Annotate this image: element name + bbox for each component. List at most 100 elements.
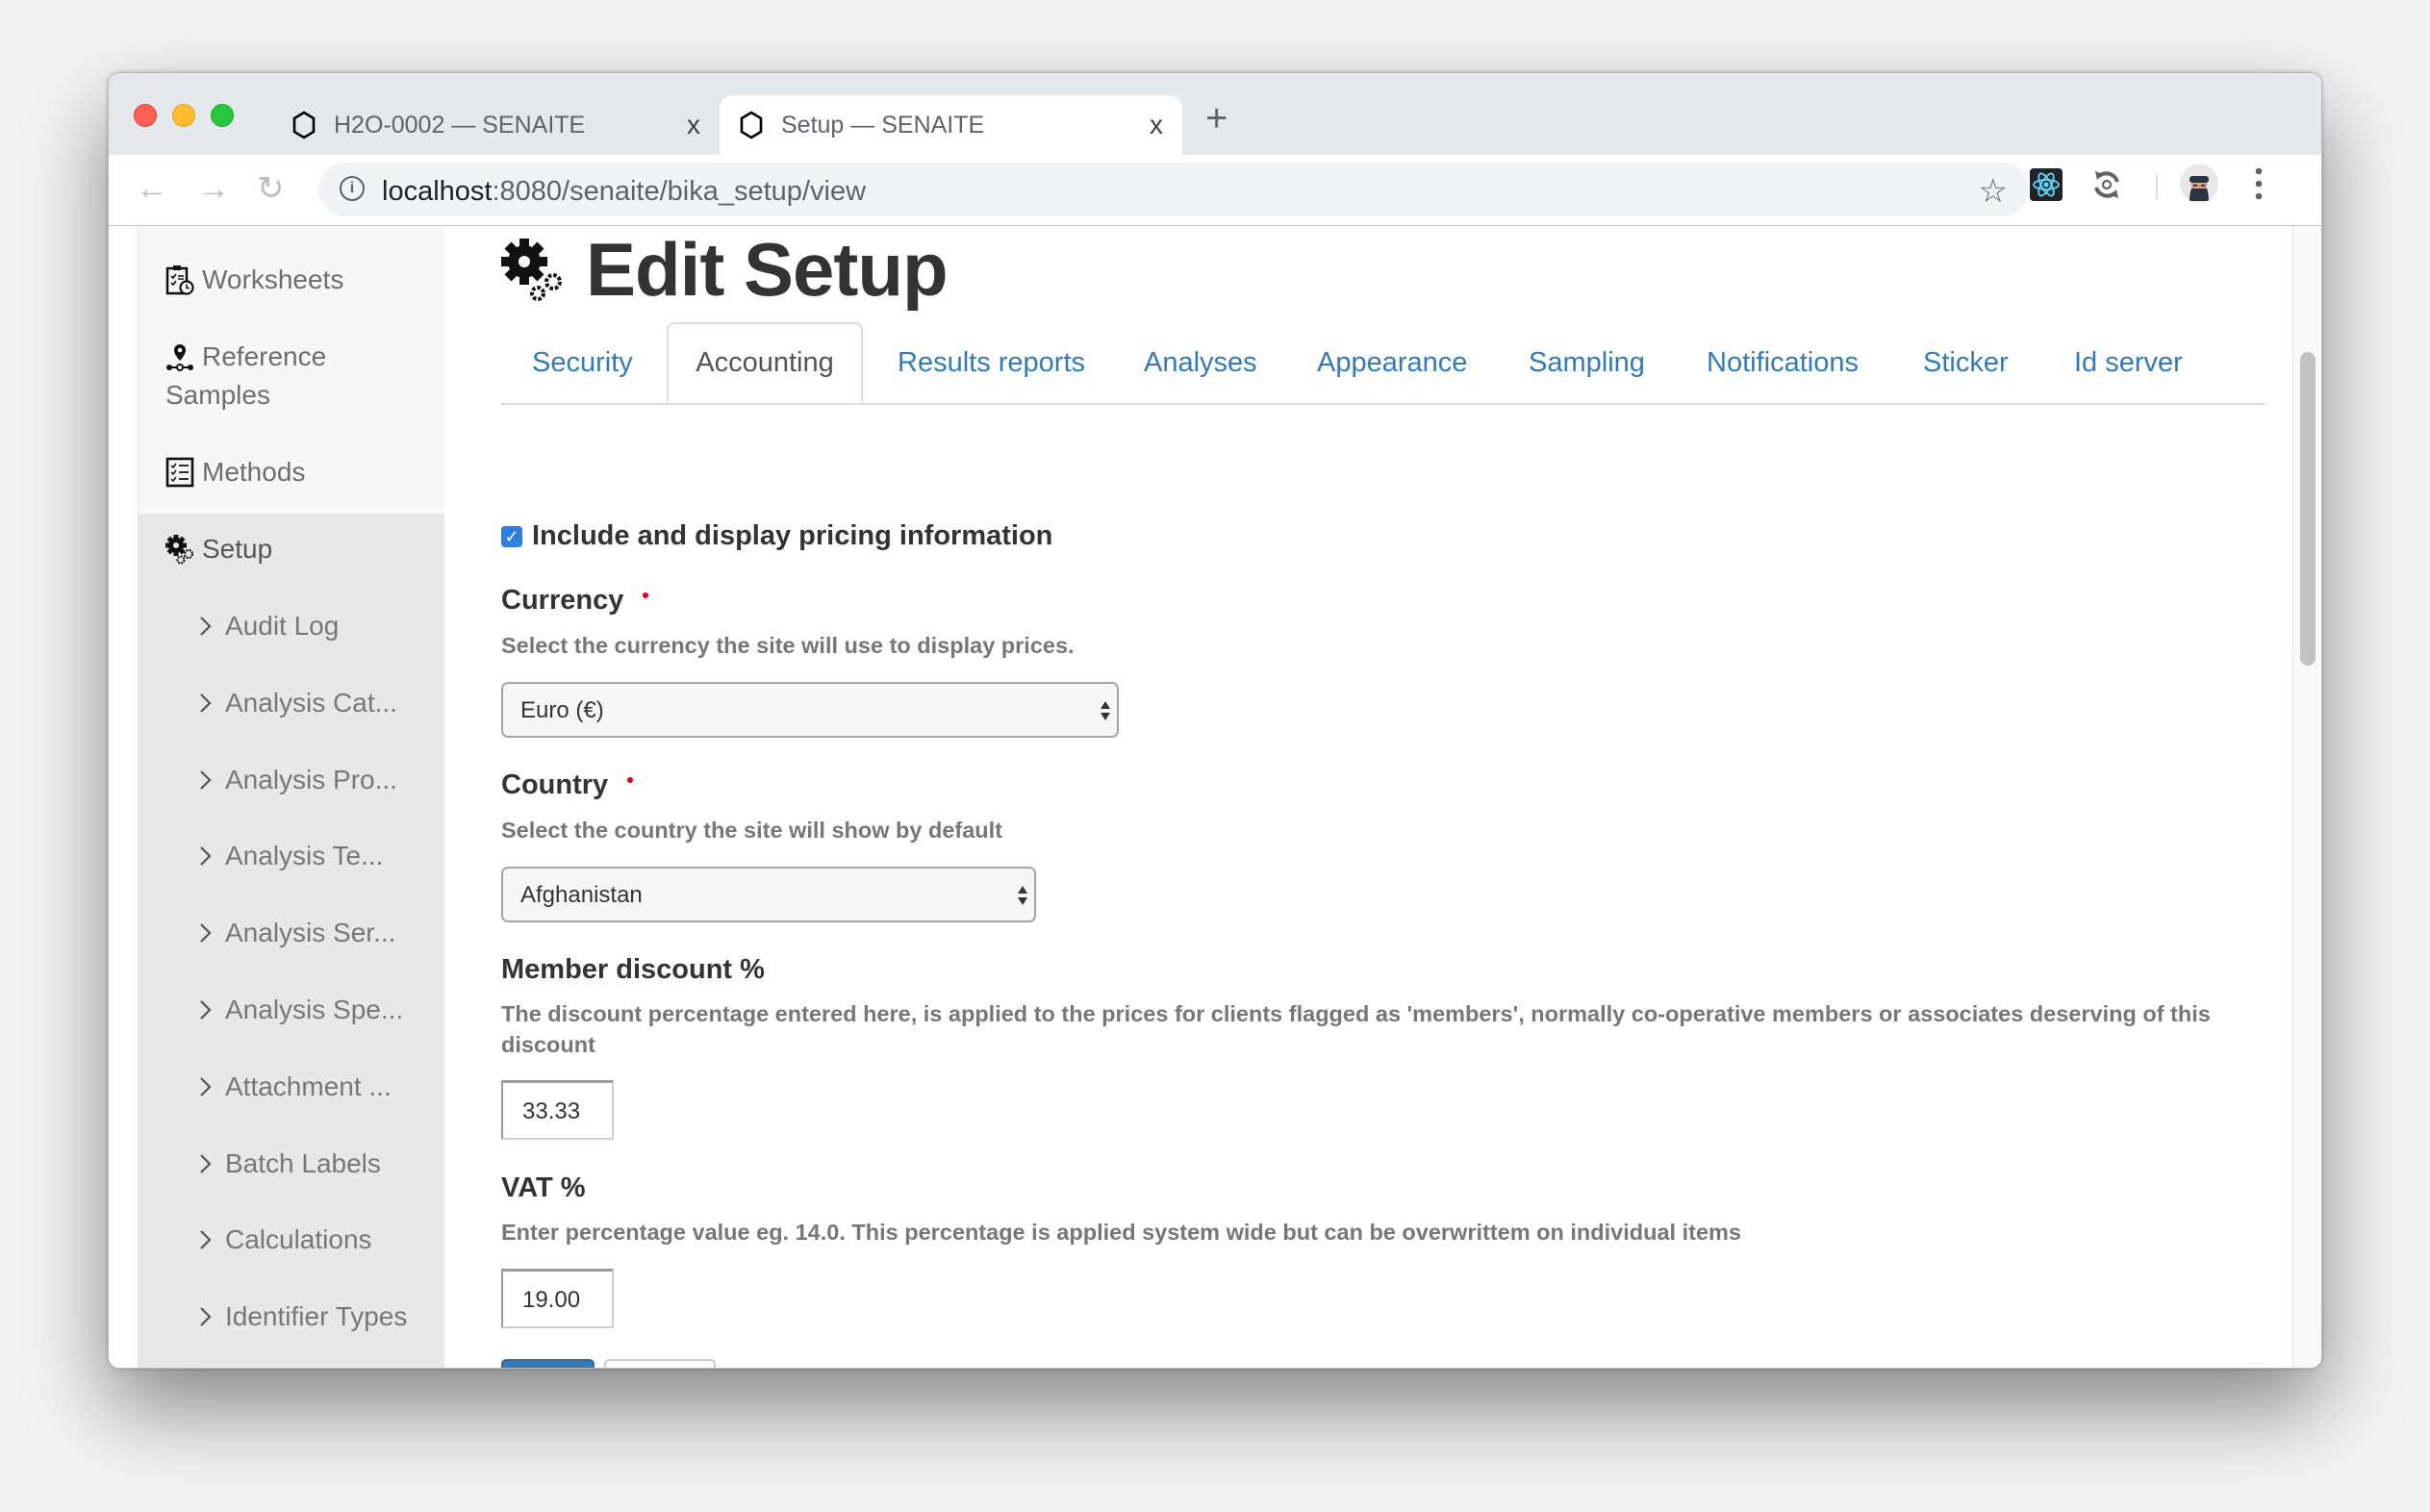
bookmark-star-icon[interactable]: ☆ [1979, 172, 2008, 211]
tab-security[interactable]: Security [532, 322, 633, 403]
sidebar-subitem[interactable]: Calculations [198, 1224, 372, 1255]
map-pin-network-icon [166, 344, 193, 371]
tab-title: Setup — SENAITE [781, 111, 985, 139]
member-discount-label: Member discount % [501, 954, 765, 985]
tab-id-server[interactable]: Id server [2074, 322, 2183, 403]
setup-tabs: Security Accounting Results reports Anal… [501, 322, 2265, 405]
reload-button[interactable]: ↻ [257, 172, 285, 205]
chevron-right-icon [200, 1230, 212, 1250]
sidebar-subitem[interactable]: Batch Labels [198, 1148, 381, 1179]
tab-close-icon[interactable]: x [687, 110, 700, 140]
main-content: Edit Setup Security Accounting Results r… [501, 226, 2265, 1368]
sidebar-subitem[interactable]: Analysis Pro... [198, 765, 397, 795]
tab-notifications[interactable]: Notifications [1707, 322, 1859, 403]
tab-title: H2O-0002 — SENAITE [334, 111, 586, 139]
tab-sticker[interactable]: Sticker [1923, 322, 2009, 403]
sidebar-item-label: Samples [165, 380, 270, 410]
tab-results-reports[interactable]: Results reports [898, 322, 1085, 403]
member-discount-input[interactable]: 33.33 [501, 1080, 614, 1140]
page-title-text: Edit Setup [586, 227, 949, 312]
tab-sampling[interactable]: Sampling [1529, 322, 1645, 403]
chevron-right-icon [200, 1077, 212, 1096]
vat-help: Enter percentage value eg. 14.0. This pe… [501, 1220, 1741, 1245]
sidebar-subitem[interactable]: Analysis Ser... [198, 918, 395, 948]
sidebar-subitem[interactable]: Audit Log [198, 611, 339, 642]
page-scrollbar[interactable] [2292, 226, 2321, 1368]
country-select[interactable]: Afghanistan [501, 867, 1036, 922]
back-button[interactable]: ← [136, 172, 168, 205]
browser-tab-h2o-0002[interactable]: H2O-0002 — SENAITE x [272, 95, 720, 155]
sidebar-subitem-label: Analysis Te... [225, 841, 384, 871]
scrollbar-thumb[interactable] [2300, 352, 2316, 666]
sidebar-item-label: Methods [202, 457, 306, 487]
browser-tab-setup[interactable]: Setup — SENAITE x [720, 95, 1182, 155]
tab-analyses[interactable]: Analyses [1144, 322, 1257, 403]
browser-toolbar: ← → ↻ i localhost:8080/senaite/bika_setu… [109, 155, 2321, 226]
browser-window: H2O-0002 — SENAITE x Setup — SENAITE x +… [108, 72, 2322, 1369]
clipboard-clock-icon [165, 265, 194, 295]
sidebar-subitem[interactable]: Analysis Te... [198, 841, 383, 871]
tab-appearance[interactable]: Appearance [1317, 322, 1467, 403]
minimize-window-button[interactable] [172, 104, 195, 127]
pricing-checkbox[interactable]: ✓ [501, 525, 522, 547]
chevron-right-icon [200, 693, 212, 713]
select-arrows-icon [1018, 886, 1027, 905]
site-info-icon[interactable]: i [340, 176, 365, 201]
pricing-checkbox-label[interactable]: Include and display pricing information [532, 520, 1052, 552]
chevron-right-icon [200, 1153, 212, 1173]
toolbar-separator [2156, 174, 2158, 199]
sidebar-subitem-label: Calculations [225, 1224, 372, 1255]
currency-label: Currency [501, 585, 649, 617]
sidebar-subitem-label: Analysis Cat... [225, 687, 397, 718]
currency-select[interactable]: Euro (€) [501, 682, 1119, 738]
sidebar-item-setup[interactable]: Setup [165, 534, 272, 565]
vat-value: 19.00 [522, 1287, 581, 1313]
sidebar-subitem[interactable]: Analysis Spe... [198, 995, 403, 1025]
sync-extension-icon[interactable] [2090, 168, 2123, 201]
sidebar-subitem-label: Analysis Spe... [225, 995, 404, 1024]
required-indicator [643, 592, 649, 599]
required-indicator [627, 777, 634, 784]
sidebar-nav: Worksheets Reference Samples Methods Set… [138, 226, 444, 1368]
sidebar-subitem-label: Analysis Pro... [225, 764, 397, 794]
sidebar-item-label: Worksheets [202, 265, 344, 294]
sidebar-subitem-label: Audit Log [225, 611, 340, 641]
sidebar-subitem-label: Analysis Ser... [225, 918, 396, 948]
tab-accounting[interactable]: Accounting [667, 322, 863, 403]
address-bar[interactable]: i localhost:8080/senaite/bika_setup/view… [318, 163, 2029, 216]
vat-label: VAT % [501, 1172, 586, 1203]
profile-avatar-icon[interactable] [2180, 164, 2218, 203]
sidebar-item-reference-samples-line2[interactable]: Samples [165, 380, 270, 411]
sidebar-item-label: Reference [202, 341, 327, 371]
browser-menu-icon[interactable] [2254, 164, 2264, 203]
sidebar-subitem-label: Batch Labels [225, 1147, 381, 1178]
sidebar-item-worksheets[interactable]: Worksheets [165, 265, 343, 295]
forward-button[interactable]: → [197, 172, 230, 205]
sidebar-subitem[interactable]: Attachment ... [198, 1071, 392, 1102]
save-button[interactable]: Save [501, 1359, 595, 1368]
vat-input[interactable]: 19.00 [501, 1269, 614, 1328]
tab-close-icon[interactable]: x [1150, 110, 1163, 140]
react-devtools-extension-icon[interactable] [2030, 168, 2063, 201]
hexagon-favicon-icon [292, 111, 316, 139]
currency-label-text: Currency [501, 585, 624, 616]
url-text[interactable]: localhost:8080/senaite/bika_setup/view [382, 176, 866, 208]
chevron-right-icon [200, 846, 212, 867]
sidebar-item-reference-samples[interactable]: Reference [165, 341, 326, 372]
sidebar-item-methods[interactable]: Methods [165, 457, 305, 488]
sidebar-subitem[interactable]: Analysis Cat... [198, 688, 397, 718]
page-content: Worksheets Reference Samples Methods Set… [109, 226, 2321, 1368]
tab-strip: H2O-0002 — SENAITE x Setup — SENAITE x + [109, 73, 2321, 155]
currency-help: Select the currency the site will use to… [501, 633, 1075, 658]
close-window-button[interactable] [134, 104, 157, 127]
select-arrows-icon [1101, 701, 1110, 720]
chevron-right-icon [200, 923, 212, 943]
cancel-button[interactable]: Cancel [604, 1359, 716, 1368]
page-title: Edit Setup [501, 226, 949, 314]
pricing-checkbox-row[interactable]: ✓ Include and display pricing informatio… [501, 520, 1052, 552]
maximize-window-button[interactable] [211, 104, 234, 127]
checklist-icon [165, 457, 194, 488]
sidebar-subitem[interactable]: Identifier Types [198, 1301, 407, 1332]
chevron-right-icon [200, 617, 212, 636]
new-tab-button[interactable]: + [1205, 99, 1228, 138]
